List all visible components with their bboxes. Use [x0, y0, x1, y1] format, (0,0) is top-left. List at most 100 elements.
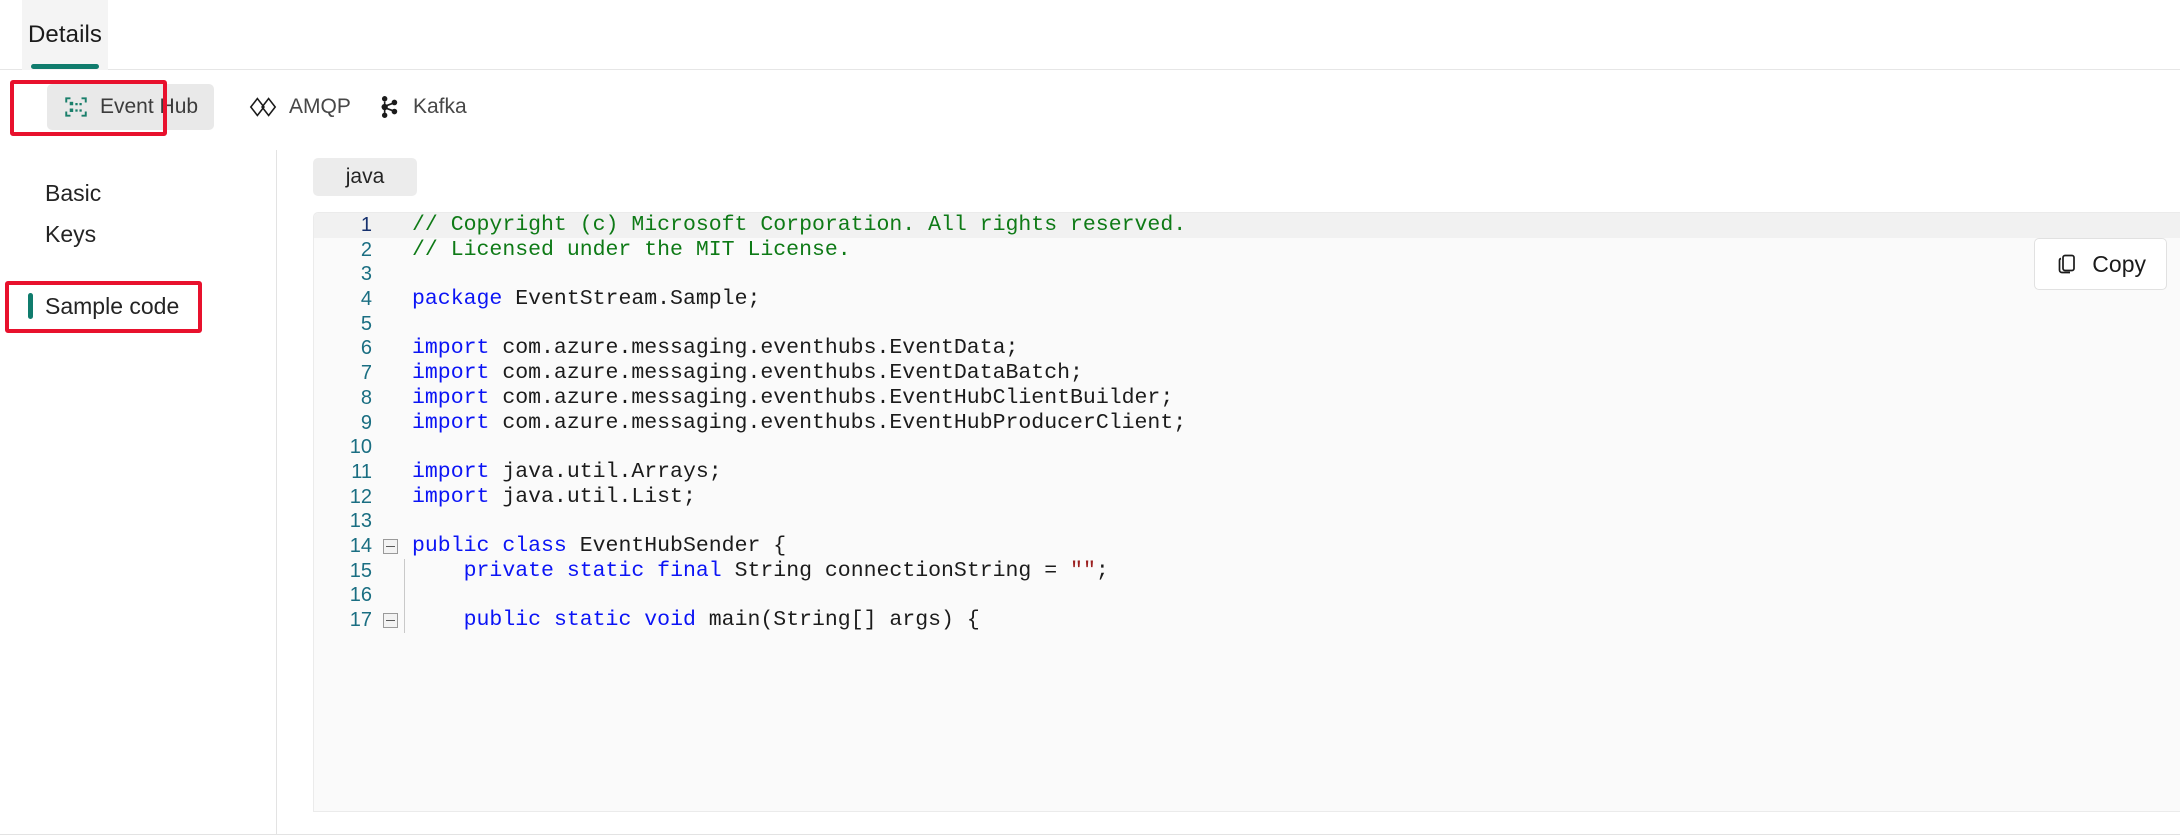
- sidebar: Basic Keys Sample code: [0, 150, 277, 835]
- line-number: 3: [360, 263, 372, 286]
- indent-guide: [404, 583, 405, 608]
- code-line: 15 private static final String connectio…: [314, 558, 2180, 584]
- sidebar-selected-marker: [28, 293, 33, 319]
- line-number: 10: [349, 436, 372, 459]
- app-root: Details Event Hub AMQP Kafka Basic Keys …: [0, 0, 2180, 835]
- tab-details-label: Details: [27, 21, 103, 48]
- code-text: private static final String connectionSt…: [463, 558, 1109, 583]
- code-text: import java.util.List;: [412, 484, 696, 509]
- code-line: 3: [314, 262, 2180, 287]
- code-line: 4 package EventStream.Sample;: [314, 287, 2180, 312]
- line-number: 16: [349, 584, 372, 607]
- code-panel: java Copy 1 // Copyright (c) Microsoft Co…: [278, 150, 2180, 835]
- copy-button-label: Copy: [2092, 250, 2146, 277]
- line-number: 2: [360, 238, 372, 261]
- code-lines[interactable]: 1 // Copyright (c) Microsoft Corporation.…: [314, 213, 2180, 633]
- code-line: 12 import java.util.List;: [314, 485, 2180, 510]
- line-number: 7: [360, 362, 372, 385]
- protocol-tab-amqp-label: AMQP: [289, 95, 351, 118]
- copy-icon: [2055, 252, 2079, 276]
- code-text: // Copyright (c) Microsoft Corporation. …: [412, 213, 1187, 237]
- sidebar-item-basic[interactable]: Basic: [0, 172, 277, 214]
- code-text: import com.azure.messaging.eventhubs.Eve…: [412, 361, 1083, 386]
- sidebar-item-basic-label: Basic: [45, 179, 102, 206]
- line-number: 12: [349, 485, 372, 508]
- indent-guide: [404, 608, 405, 633]
- line-number: 11: [351, 460, 372, 483]
- line-number: 9: [360, 411, 372, 434]
- kafka-icon: [376, 94, 402, 120]
- code-text: public class EventHubSender {: [412, 533, 787, 558]
- code-line: 7 import com.azure.messaging.eventhubs.Ev…: [314, 361, 2180, 386]
- code-line: 17 public static void main(String[] args…: [314, 608, 2180, 633]
- protocol-tab-kafka-label: Kafka: [413, 95, 467, 118]
- sidebar-item-keys-label: Keys: [45, 220, 97, 247]
- line-number: 6: [360, 337, 372, 360]
- code-text: import com.azure.messaging.eventhubs.Eve…: [412, 336, 1019, 361]
- code-line: 16: [314, 583, 2180, 608]
- code-text: import java.util.Arrays;: [412, 459, 722, 484]
- line-number: 5: [360, 312, 372, 335]
- line-number: 4: [360, 288, 372, 311]
- code-line: 10: [314, 435, 2180, 460]
- tab-strip: Details: [0, 0, 2180, 70]
- line-number: 15: [349, 559, 372, 582]
- language-pill[interactable]: java: [313, 158, 417, 196]
- code-line: 14 public class EventHubSender {: [314, 534, 2180, 559]
- protocol-tab-event-hub-label: Event Hub: [100, 95, 199, 118]
- line-number: 17: [349, 609, 372, 631]
- copy-button[interactable]: Copy: [2034, 238, 2167, 290]
- line-number: 1: [360, 214, 372, 236]
- code-line: 6 import com.azure.messaging.eventhubs.Ev…: [314, 336, 2180, 361]
- indent-guide: [404, 558, 405, 584]
- protocol-tab-amqp[interactable]: AMQP: [232, 84, 367, 130]
- sidebar-item-sample-code-label: Sample code: [45, 292, 180, 319]
- code-text: public static void main(String[] args) {: [463, 608, 980, 632]
- code-line: 5: [314, 312, 2180, 337]
- code-line: 8 import com.azure.messaging.eventhubs.Ev…: [314, 386, 2180, 411]
- sidebar-item-keys[interactable]: Keys: [0, 213, 277, 255]
- code-line: 2 // Licensed under the MIT License.: [314, 238, 2180, 263]
- code-text: import com.azure.messaging.eventhubs.Eve…: [412, 410, 1187, 435]
- tab-details-active-indicator: [31, 64, 99, 69]
- code-text: // Licensed under the MIT License.: [412, 237, 851, 262]
- code-text: import com.azure.messaging.eventhubs.Eve…: [412, 385, 1174, 410]
- line-number: 8: [360, 386, 372, 409]
- code-line: 13: [314, 509, 2180, 534]
- fold-toggle-icon[interactable]: [376, 608, 404, 633]
- protocol-selector: Event Hub AMQP Kafka: [0, 70, 2180, 144]
- protocol-tab-kafka[interactable]: Kafka: [360, 84, 483, 130]
- tab-details[interactable]: Details: [22, 0, 108, 70]
- code-line: 11 import java.util.Arrays;: [314, 460, 2180, 485]
- protocol-tab-event-hub[interactable]: Event Hub: [47, 84, 215, 130]
- fold-toggle-icon[interactable]: [376, 534, 404, 559]
- code-line: 9 import com.azure.messaging.eventhubs.Ev…: [314, 411, 2180, 436]
- line-number: 14: [349, 534, 372, 557]
- event-hub-icon: [63, 94, 89, 120]
- language-pill-label: java: [345, 165, 385, 188]
- amqp-icon: [248, 95, 278, 119]
- line-number: 13: [349, 510, 372, 533]
- sidebar-item-sample-code[interactable]: Sample code: [0, 285, 277, 327]
- code-block: Copy 1 // Copyright (c) Microsoft Corpora…: [313, 212, 2180, 812]
- code-text: package EventStream.Sample;: [412, 287, 761, 312]
